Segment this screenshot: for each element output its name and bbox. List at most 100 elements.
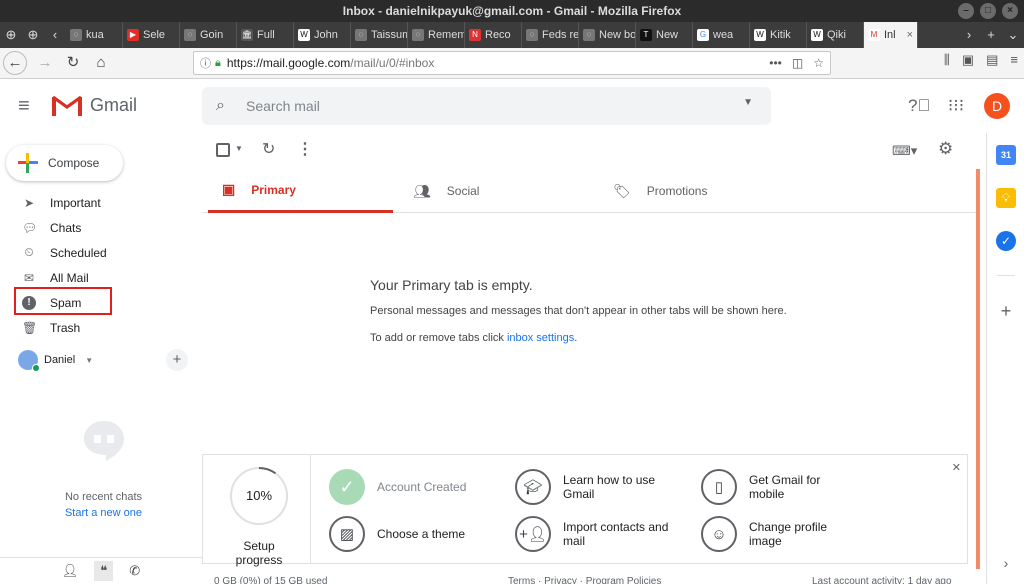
main-menu-icon[interactable]: ≡ xyxy=(18,96,30,116)
reload-icon[interactable]: ↻ xyxy=(59,49,87,77)
search-bar[interactable]: ⌕ ▼ xyxy=(202,87,771,125)
pocket-icon[interactable]: ◫ xyxy=(792,56,803,70)
phone-call-icon[interactable]: ✆ xyxy=(129,563,140,579)
compose-button[interactable]: Compose xyxy=(6,145,123,181)
tab-promotions[interactable]: 🏷︎ Promotions xyxy=(599,169,799,213)
setup-step[interactable]: ▨ Choose a theme xyxy=(329,516,465,552)
lock-icon[interactable]: 🔒︎ xyxy=(215,57,221,70)
input-tools-icon[interactable]: ⌨▾ xyxy=(892,143,917,159)
new-chat-plus-icon[interactable]: + xyxy=(166,349,188,371)
maximize-button[interactable]: □ xyxy=(980,3,996,19)
more-options-icon[interactable]: ⋮ xyxy=(297,139,313,159)
browser-tab[interactable]: ◌ Taissum xyxy=(351,22,408,48)
setup-step[interactable]: ✓ Account Created xyxy=(329,469,466,505)
browser-tab-label: Full xyxy=(257,29,275,41)
close-window-button[interactable]: × xyxy=(1002,3,1018,19)
tabs-scroll-left-icon[interactable]: ‹ xyxy=(44,22,66,48)
help-icon[interactable]: ?⃝ xyxy=(908,96,930,116)
setup-step[interactable]: 🎓︎ Learn how to use Gmail xyxy=(515,469,673,505)
sidebar-icon[interactable]: ▣ xyxy=(962,52,974,68)
get-addons-plus-icon[interactable]: + xyxy=(996,301,1016,321)
browser-tab[interactable]: ◌ Goin xyxy=(180,22,237,48)
page-actions-icon[interactable]: ••• xyxy=(769,56,782,70)
tab-primary[interactable]: ▣ Primary xyxy=(208,169,393,213)
bank-icon: 🏛︎ xyxy=(241,29,253,41)
reader-icon[interactable]: ▤ xyxy=(986,52,998,68)
browser-tab[interactable]: ◌ Remem xyxy=(408,22,465,48)
apps-grid-icon[interactable]: ⁝⁝⁝ xyxy=(946,96,966,116)
generic-icon: ◌ xyxy=(583,29,595,41)
browser-tab[interactable]: ◌ New bo xyxy=(579,22,636,48)
keep-icon[interactable]: 💡︎ xyxy=(996,188,1016,208)
image-icon: ▨ xyxy=(329,516,365,552)
search-input[interactable] xyxy=(246,96,726,116)
browser-tab-label: kua xyxy=(86,29,104,41)
browser-tab[interactable]: ▶ Sele xyxy=(123,22,180,48)
browser-tab[interactable]: Gwea xyxy=(693,22,750,48)
close-icon[interactable]: ✕ xyxy=(952,461,961,474)
url-bar[interactable]: ⓘ 🔒︎ https://mail.google.com/mail/u/0/#i… xyxy=(193,51,831,75)
refresh-icon[interactable]: ↻ xyxy=(262,139,275,159)
phone-icon: ▯ xyxy=(701,469,737,505)
hangouts-user[interactable]: Daniel ▼ + xyxy=(18,349,188,372)
tasks-icon[interactable]: ✓ xyxy=(996,231,1016,251)
forward-arrow-icon[interactable]: → xyxy=(31,49,59,77)
nav-item-trash[interactable]: 🗑︎ Trash xyxy=(0,315,202,340)
setup-step[interactable]: ☺ Change profile image xyxy=(701,516,859,552)
close-tab-icon[interactable]: × xyxy=(907,29,913,41)
inbox-settings-link[interactable]: inbox settings xyxy=(507,332,574,344)
scrollbar[interactable] xyxy=(976,169,980,569)
url-path: /mail/u/0/#inbox xyxy=(350,56,435,70)
nav-item-important[interactable]: ➤ Important xyxy=(0,190,202,215)
empty-tab-description: Personal messages and messages that don'… xyxy=(370,305,787,317)
bookmark-star-icon[interactable]: ☆ xyxy=(813,56,824,70)
nav-item-chats[interactable]: 💬︎ Chats xyxy=(0,215,202,240)
no-chats-text: No recent chats xyxy=(64,491,143,503)
select-all-checkbox[interactable] xyxy=(216,143,230,157)
home-icon[interactable]: ⌂ xyxy=(87,49,115,77)
new-tab-icon[interactable]: + xyxy=(980,22,1002,48)
setup-step[interactable]: +👤︎ Import contacts and mail xyxy=(515,516,673,552)
setup-step[interactable]: ▯ Get Gmail for mobile xyxy=(701,469,859,505)
settings-suffix: . xyxy=(574,332,578,344)
browser-tab[interactable]: T New xyxy=(636,22,693,48)
hangouts-icon[interactable]: ❝ xyxy=(94,561,114,581)
browser-tab[interactable]: W Qiki xyxy=(807,22,864,48)
tab-primary-label: Primary xyxy=(251,182,296,197)
storage-usage: 0 GB (0%) of 15 GB used xyxy=(214,576,328,584)
menu-icon[interactable]: ≡ xyxy=(1010,52,1018,68)
globe-icon[interactable]: ⊕ xyxy=(0,22,22,48)
gmail-logo[interactable]: Gmail xyxy=(52,94,137,116)
globe-icon[interactable]: ⊕ xyxy=(22,22,44,48)
browser-tab-label: John xyxy=(314,29,338,41)
browser-tab[interactable]: 🏛︎ Full xyxy=(237,22,294,48)
contacts-icon[interactable]: 👤︎ xyxy=(62,563,79,579)
chevron-down-icon[interactable]: ▼ xyxy=(85,356,93,365)
browser-tab-active[interactable]: M Inl × xyxy=(864,22,918,48)
browser-tab[interactable]: W John xyxy=(294,22,351,48)
back-arrow-icon[interactable]: ← xyxy=(3,51,27,75)
info-icon[interactable]: ⓘ xyxy=(200,55,211,71)
tab-social[interactable]: 👥︎ Social xyxy=(399,169,599,213)
scheduled-icon: ⏲ xyxy=(24,245,34,259)
browser-tab[interactable]: ◌ Feds re xyxy=(522,22,579,48)
browser-tab[interactable]: N Reco xyxy=(465,22,522,48)
start-new-chat-link[interactable]: Start a new one xyxy=(0,507,207,519)
tab-list-icon[interactable]: ⌄ xyxy=(1002,22,1024,48)
search-icon[interactable]: ⌕ xyxy=(216,97,225,115)
browser-tab[interactable]: ◌ kua xyxy=(66,22,123,48)
nav-item-scheduled[interactable]: ⏲ Scheduled xyxy=(0,240,202,265)
search-options-icon[interactable]: ▼ xyxy=(743,97,753,108)
tab-social-label: Social xyxy=(446,184,480,198)
expand-panel-chevron-icon[interactable]: › xyxy=(996,553,1016,573)
minimize-button[interactable]: – xyxy=(958,3,974,19)
browser-tab[interactable]: W Kitik xyxy=(750,22,807,48)
select-options-chevron-icon[interactable]: ▼ xyxy=(235,144,243,153)
tabs-scroll-right-icon[interactable]: › xyxy=(958,22,980,48)
library-icon[interactable]: ⫼ xyxy=(944,52,950,68)
settings-gear-icon[interactable]: ⚙ xyxy=(938,139,953,159)
footer-links[interactable]: Terms · Privacy · Program Policies xyxy=(508,576,661,584)
account-avatar[interactable]: D xyxy=(984,93,1010,119)
nav-item-label: All Mail xyxy=(50,270,89,285)
calendar-icon[interactable]: 31 xyxy=(996,145,1016,165)
